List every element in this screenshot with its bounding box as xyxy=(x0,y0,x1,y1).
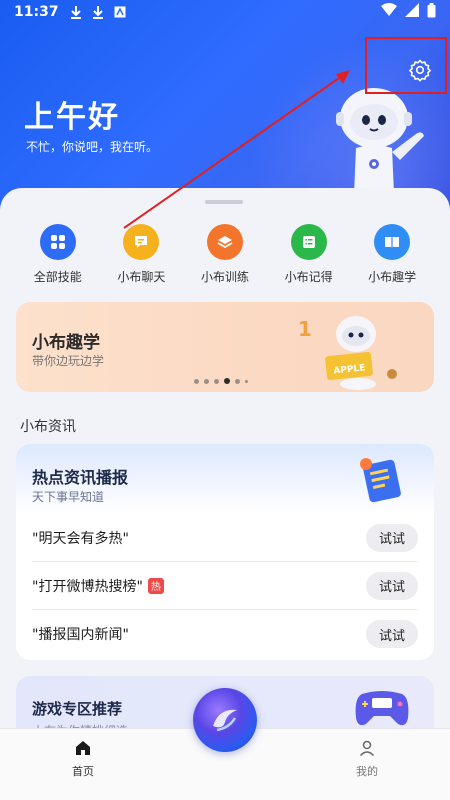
download-icon xyxy=(91,5,105,19)
mascot-reading-illustration: 1 APPLE xyxy=(298,316,397,390)
status-bar: 11:37 xyxy=(0,0,450,24)
greeting-subtitle: 不忙，你说吧，我在听。 xyxy=(26,140,159,154)
status-time: 11:37 xyxy=(14,4,59,20)
news-item-text: "打开微博热搜榜" xyxy=(32,578,143,595)
home-icon xyxy=(76,741,90,755)
tab-mine[interactable]: 我的 xyxy=(337,739,397,779)
learning-banner[interactable]: 小布趣学 带你边玩边学 1 APPLE xyxy=(16,302,434,392)
download-icon xyxy=(69,5,83,19)
chat-icon xyxy=(123,224,160,260)
svg-text:1: 1 xyxy=(298,317,312,341)
person-icon xyxy=(359,740,375,757)
game-card-title: 游戏专区推荐 xyxy=(32,700,123,718)
tab-home-label: 首页 xyxy=(72,765,94,778)
carousel-dot xyxy=(235,378,240,384)
quick-action-label: 全部技能 xyxy=(33,270,82,284)
quick-action-chat[interactable]: 小布聊天 xyxy=(106,224,176,285)
carousel-dot xyxy=(204,378,209,384)
news-item-text: "播报国内新闻" xyxy=(32,627,129,643)
quick-action-learning[interactable]: 小布趣学 xyxy=(357,224,427,285)
signal-icon xyxy=(405,3,419,21)
try-button[interactable]: 试试 xyxy=(366,620,418,648)
news-card-title: 热点资讯播报 xyxy=(32,468,129,487)
assistant-orb-icon xyxy=(213,709,237,732)
drag-handle[interactable] xyxy=(205,200,243,204)
carousel-dot-active xyxy=(224,378,230,384)
layers-icon xyxy=(206,224,243,260)
battery-icon xyxy=(427,2,436,22)
news-section-title: 小布资讯 xyxy=(20,419,76,435)
banner-subtitle: 带你边玩边学 xyxy=(32,354,105,368)
news-item[interactable]: "打开微博热搜榜" 热 试试 xyxy=(32,562,418,610)
greeting-title: 上午好 xyxy=(24,100,120,135)
book-icon xyxy=(374,224,411,260)
quick-action-label: 小布趣学 xyxy=(368,270,417,284)
news-card: 热点资讯播报 天下事早知道 "明天会有多热" 试试 "打开微博热搜榜" 热 试试… xyxy=(16,444,434,660)
list-icon xyxy=(290,224,327,260)
carousel-dot xyxy=(214,378,219,384)
assistant-mascot xyxy=(336,88,424,194)
settings-highlight-box xyxy=(365,37,447,94)
tab-home[interactable]: 首页 xyxy=(53,739,113,779)
news-item[interactable]: "明天会有多热" 试试 xyxy=(32,514,418,562)
quick-action-memory[interactable]: 小布记得 xyxy=(274,224,344,285)
quick-action-label: 小布训练 xyxy=(200,270,249,284)
try-button[interactable]: 试试 xyxy=(366,523,418,552)
gamepad-icon xyxy=(355,691,409,726)
carousel-dot xyxy=(194,378,199,384)
quick-action-label: 小布记得 xyxy=(284,270,333,284)
tab-mine-label: 我的 xyxy=(356,765,378,778)
banner-title: 小布趣学 xyxy=(32,333,100,353)
news-card-subtitle: 天下事早知道 xyxy=(32,490,105,504)
news-scroll-illustration xyxy=(360,458,401,503)
carousel-indicator xyxy=(194,378,248,384)
quick-actions: 全部技能 小布聊天 小布训练 小布记得 小布趣学 xyxy=(0,224,450,285)
try-button[interactable]: 试试 xyxy=(366,571,418,600)
news-item[interactable]: "播报国内新闻" 试试 xyxy=(32,610,418,658)
hot-badge: 热 xyxy=(147,577,164,594)
notification-app-icon xyxy=(113,5,127,19)
quick-action-all-skills[interactable]: 全部技能 xyxy=(23,224,93,285)
grid-icon xyxy=(39,224,76,260)
news-item-text: "明天会有多热" xyxy=(32,530,129,547)
quick-action-training[interactable]: 小布训练 xyxy=(190,224,260,285)
wifi-icon xyxy=(381,3,397,21)
voice-assistant-button[interactable] xyxy=(193,688,257,752)
quick-action-label: 小布聊天 xyxy=(117,270,166,284)
carousel-dot xyxy=(245,379,248,383)
